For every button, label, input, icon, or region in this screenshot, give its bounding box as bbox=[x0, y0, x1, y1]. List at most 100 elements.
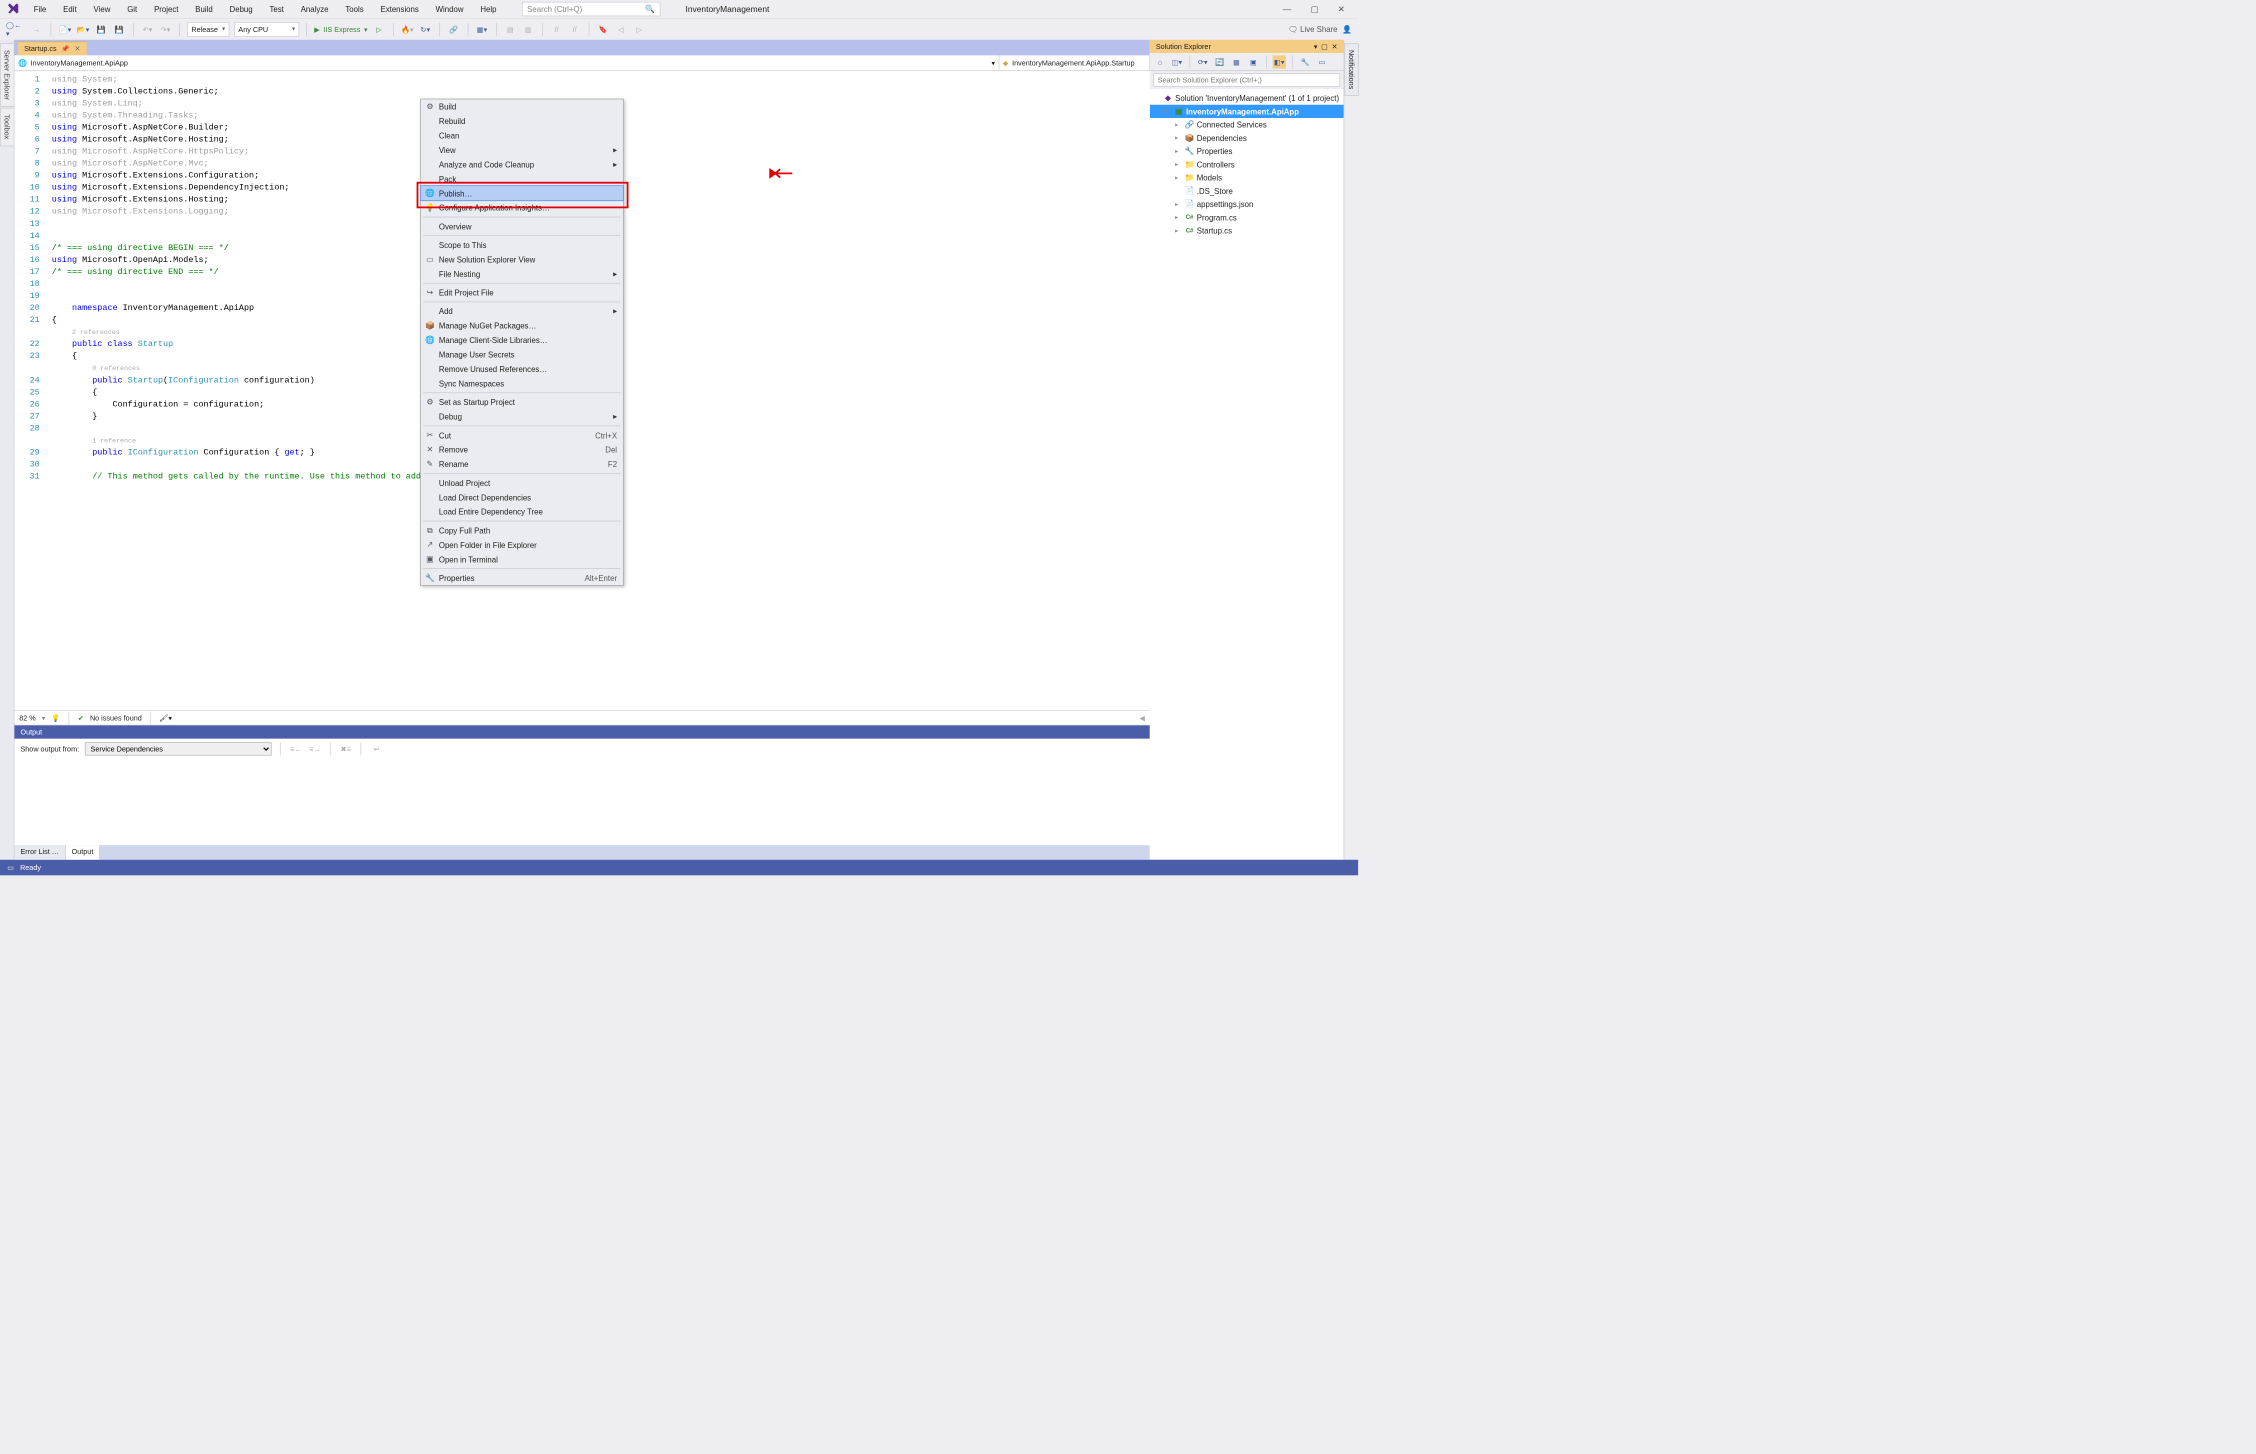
save-icon[interactable]: 💾 bbox=[95, 23, 108, 36]
ctx-configure-application-insights-[interactable]: 💡Configure Application Insights… bbox=[421, 200, 623, 214]
new-project-icon[interactable]: 📄▾ bbox=[58, 23, 71, 36]
undo-icon[interactable]: ↶▾ bbox=[141, 23, 154, 36]
ctx-view[interactable]: View▸ bbox=[421, 143, 623, 157]
server-explorer-tab[interactable]: Server Explorer bbox=[0, 43, 14, 106]
live-share-button[interactable]: 🗨 Live Share bbox=[1288, 24, 1338, 34]
tree-item[interactable]: ▸▣InventoryManagement.ApiApp bbox=[1150, 105, 1344, 118]
ctx-properties[interactable]: 🔧PropertiesAlt+Enter bbox=[421, 571, 623, 585]
open-icon[interactable]: 📂▾ bbox=[76, 23, 89, 36]
run-button[interactable]: ▶ IIS Express ▾ bbox=[314, 25, 367, 33]
search-box[interactable]: Search (Ctrl+Q) 🔍 bbox=[522, 2, 660, 16]
close-button[interactable]: ✕ bbox=[1338, 4, 1345, 14]
ctx-unload-project[interactable]: Unload Project bbox=[421, 476, 623, 490]
tree-item[interactable]: ▸C#Program.cs bbox=[1150, 211, 1344, 224]
start-without-debugging-icon[interactable]: ▷ bbox=[372, 23, 385, 36]
tree-item[interactable]: ▸📦Dependencies bbox=[1150, 131, 1344, 144]
pin-icon[interactable]: 📌 bbox=[61, 45, 69, 53]
panel-maximize-icon[interactable]: ▢ bbox=[1321, 42, 1328, 50]
ctx-clean[interactable]: Clean bbox=[421, 128, 623, 142]
menu-edit[interactable]: Edit bbox=[55, 1, 85, 17]
ctx-manage-nuget-packages-[interactable]: 📦Manage NuGet Packages… bbox=[421, 318, 623, 332]
output-from-dropdown[interactable]: Service Dependencies bbox=[85, 742, 272, 755]
nav-back-button[interactable]: ◯← ▾ bbox=[6, 23, 25, 36]
next-bookmark-icon[interactable]: ▷ bbox=[632, 23, 645, 36]
ctx-open-in-terminal[interactable]: ▣Open in Terminal bbox=[421, 552, 623, 566]
prev-bookmark-icon[interactable]: ◁ bbox=[614, 23, 627, 36]
ctx-build[interactable]: ⚙Build bbox=[421, 99, 623, 113]
ctx-set-as-startup-project[interactable]: ⚙Set as Startup Project bbox=[421, 395, 623, 409]
minimize-button[interactable]: — bbox=[1283, 4, 1291, 14]
tree-item[interactable]: ▸📁Models bbox=[1150, 171, 1344, 184]
solution-tree[interactable]: ◆Solution 'InventoryManagement' (1 of 1 … bbox=[1150, 89, 1344, 860]
ctx-scope-to-this[interactable]: Scope to This bbox=[421, 238, 623, 252]
tree-item[interactable]: ▸🔗Connected Services bbox=[1150, 118, 1344, 131]
menu-project[interactable]: Project bbox=[146, 1, 187, 17]
ctx-manage-user-secrets[interactable]: Manage User Secrets bbox=[421, 347, 623, 361]
show-all-icon[interactable]: ▦ bbox=[1230, 55, 1243, 68]
ctx-manage-client-side-libraries-[interactable]: 🌐Manage Client-Side Libraries… bbox=[421, 333, 623, 347]
ctx-edit-project-file[interactable]: ↪Edit Project File bbox=[421, 285, 623, 299]
tree-item[interactable]: ▸📁Controllers bbox=[1150, 158, 1344, 171]
preview-selected-icon[interactable]: ▭ bbox=[1315, 55, 1328, 68]
collapse-icon[interactable]: ▣ bbox=[1247, 55, 1260, 68]
menu-test[interactable]: Test bbox=[261, 1, 292, 17]
ctx-new-solution-explorer-view[interactable]: ▭New Solution Explorer View bbox=[421, 252, 623, 266]
panel-menu-icon[interactable]: ▾ bbox=[1314, 42, 1318, 50]
ctx-debug[interactable]: Debug▸ bbox=[421, 409, 623, 423]
ctx-cut[interactable]: ✂CutCtrl+X bbox=[421, 428, 623, 442]
ctx-rebuild[interactable]: Rebuild bbox=[421, 114, 623, 128]
bookmark-icon[interactable]: 🔖 bbox=[596, 23, 609, 36]
sync-icon[interactable]: 🔄 bbox=[1213, 55, 1226, 68]
ctx-overview[interactable]: Overview bbox=[421, 219, 623, 233]
redo-icon[interactable]: ↷▾ bbox=[159, 23, 172, 36]
ctx-remove-unused-references-[interactable]: Remove Unused References… bbox=[421, 362, 623, 376]
nav-forward-button[interactable]: → bbox=[30, 23, 43, 36]
ctx-load-entire-dependency-tree[interactable]: Load Entire Dependency Tree bbox=[421, 504, 623, 518]
close-tab-icon[interactable]: ✕ bbox=[74, 45, 80, 53]
notifications-tab[interactable]: Notifications bbox=[1344, 43, 1358, 96]
menu-view[interactable]: View bbox=[85, 1, 119, 17]
menu-extensions[interactable]: Extensions bbox=[372, 1, 427, 17]
account-icon[interactable]: 👤 bbox=[1342, 24, 1352, 34]
properties-icon[interactable]: 🔧 bbox=[1299, 55, 1312, 68]
ctx-remove[interactable]: ✕RemoveDel bbox=[421, 442, 623, 456]
indent-icon[interactable]: ▤ bbox=[504, 23, 517, 36]
preview-icon[interactable]: ◧▾ bbox=[1273, 55, 1286, 68]
menu-build[interactable]: Build bbox=[187, 1, 221, 17]
maximize-button[interactable]: ▢ bbox=[1311, 4, 1319, 14]
platform-dropdown[interactable]: Any CPU▾ bbox=[234, 22, 299, 36]
menu-window[interactable]: Window bbox=[427, 1, 472, 17]
hot-reload-icon[interactable]: 🔥▾ bbox=[401, 23, 414, 36]
ctx-open-folder-in-file-explorer[interactable]: ↗Open Folder in File Explorer bbox=[421, 538, 623, 552]
nav-class-dropdown[interactable]: ◆ InventoryManagement.ApiApp.Startup bbox=[999, 55, 1149, 70]
output-tab[interactable]: Output bbox=[66, 845, 100, 859]
ctx-add[interactable]: Add▸ bbox=[421, 304, 623, 318]
goto-prev-icon[interactable]: ≡← bbox=[289, 742, 302, 755]
goto-next-icon[interactable]: ≡→ bbox=[308, 742, 321, 755]
layout-icon[interactable]: ▦▾ bbox=[475, 23, 488, 36]
ctx-pack[interactable]: Pack bbox=[421, 172, 623, 186]
ctx-file-nesting[interactable]: File Nesting▸ bbox=[421, 267, 623, 281]
lightbulb-icon[interactable]: 💡 bbox=[51, 714, 60, 722]
panel-close-icon[interactable]: ✕ bbox=[1332, 42, 1338, 50]
menu-debug[interactable]: Debug bbox=[221, 1, 261, 17]
browser-link-icon[interactable]: 🔗 bbox=[447, 23, 460, 36]
ctx-rename[interactable]: ✎RenameF2 bbox=[421, 457, 623, 471]
error-list-tab[interactable]: Error List … bbox=[14, 845, 65, 859]
tree-item[interactable]: ▸🔧Properties bbox=[1150, 144, 1344, 157]
nav-namespace-dropdown[interactable]: 🌐 InventoryManagement.ApiApp ▾ bbox=[14, 55, 999, 70]
brush-icon[interactable]: 🖌▾ bbox=[159, 714, 172, 722]
menu-file[interactable]: File bbox=[25, 1, 54, 17]
pending-changes-icon[interactable]: ⟳▾ bbox=[1196, 55, 1209, 68]
tree-item[interactable]: ▸📄appsettings.json bbox=[1150, 197, 1344, 210]
outdent-icon[interactable]: ▥ bbox=[522, 23, 535, 36]
file-tab-startup[interactable]: Startup.cs 📌 ✕ bbox=[18, 42, 87, 56]
menu-git[interactable]: Git bbox=[119, 1, 146, 17]
menu-help[interactable]: Help bbox=[472, 1, 505, 17]
uncomment-icon[interactable]: // bbox=[568, 23, 581, 36]
configuration-dropdown[interactable]: Release▾ bbox=[187, 22, 229, 36]
home-icon[interactable]: ⌂ bbox=[1153, 55, 1166, 68]
toolbox-tab[interactable]: Toolbox bbox=[0, 108, 14, 146]
solution-search-input[interactable] bbox=[1153, 73, 1340, 86]
restart-icon[interactable]: ↻▾ bbox=[419, 23, 432, 36]
